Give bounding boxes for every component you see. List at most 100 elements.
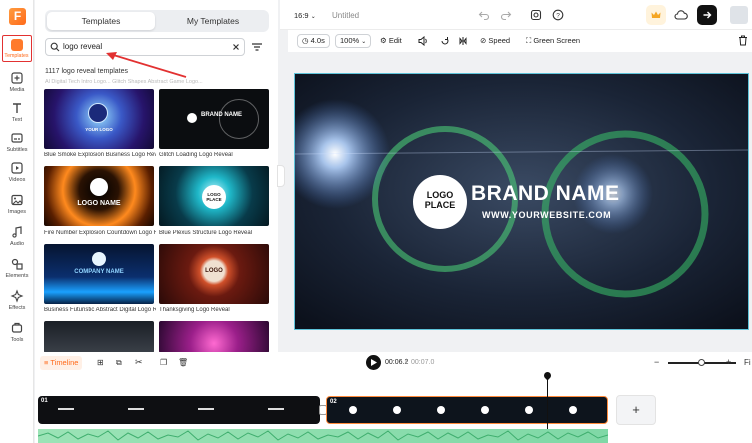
speed-button[interactable]: ⊘ Speed: [480, 36, 510, 45]
add-track-icon[interactable]: ⊞: [97, 358, 104, 367]
canvas-brand-name[interactable]: BRAND NAME: [471, 182, 620, 206]
green-screen-icon: ⛶: [526, 36, 532, 45]
template-thumb-blue-plexus[interactable]: LOGO PLACE: [159, 166, 269, 226]
elements-icon: [11, 258, 23, 270]
template-thumb-business-futuristic[interactable]: COMPANY NAME: [44, 244, 154, 304]
play-button[interactable]: [366, 355, 381, 370]
tab-templates[interactable]: Templates: [47, 12, 155, 30]
template-thumb-glitch-loading[interactable]: BRAND NAME: [159, 89, 269, 149]
clip-number: 01: [41, 398, 48, 404]
rail-item-elements[interactable]: Elements: [0, 254, 34, 284]
logo-line-2: PLACE: [424, 200, 456, 210]
audio-track[interactable]: [38, 429, 608, 443]
rotate-icon[interactable]: [440, 36, 450, 46]
thumb-text: LOGO NAME: [77, 200, 121, 207]
clip-frame-mark: [198, 408, 214, 410]
template-caption: Blue Smoke Explosion Business Logo Revea…: [44, 152, 156, 158]
search-value: logo reveal: [63, 42, 103, 51]
play-icon: [371, 359, 377, 366]
tab-my-templates[interactable]: My Templates: [159, 12, 267, 30]
template-thumb-partial[interactable]: [159, 321, 269, 353]
rail-item-images[interactable]: Images: [0, 190, 34, 220]
undo-icon[interactable]: [478, 9, 490, 21]
collapse-panel-handle[interactable]: [277, 165, 285, 187]
media-icon: [11, 72, 23, 84]
flip-icon[interactable]: [458, 36, 468, 46]
rail-item-effects[interactable]: Effects: [0, 286, 34, 316]
svg-text:?: ?: [556, 12, 560, 19]
timeline-tab[interactable]: ≡ Timeline: [40, 356, 83, 370]
split-icon[interactable]: ⧉: [116, 358, 122, 368]
timeline-clip-01[interactable]: 01: [38, 396, 320, 424]
add-clip-button[interactable]: +: [616, 395, 656, 425]
clip-frame-mark: [268, 408, 284, 410]
effects-icon: [10, 289, 24, 303]
rail-label: Tools: [10, 337, 24, 343]
clock-icon: ◷: [302, 36, 309, 45]
screenshot-icon[interactable]: [530, 9, 542, 21]
premium-crown-button[interactable]: [646, 5, 666, 25]
time-separator: /: [405, 359, 407, 366]
filter-icon[interactable]: [250, 40, 264, 54]
audio-waveform: [38, 430, 608, 441]
zoom-out-icon[interactable]: −: [654, 357, 659, 367]
audio-icon: [12, 226, 22, 238]
canvas-website[interactable]: WWW.YOURWEBSITE.COM: [482, 210, 611, 220]
rail-label: Elements: [5, 273, 29, 279]
app-logo-icon[interactable]: F: [9, 8, 26, 25]
rail-item-tools[interactable]: Tools: [0, 318, 34, 348]
template-caption: Blue Plexus Structure Logo Reveal: [159, 230, 253, 236]
sliders-icon: ⚙: [380, 36, 387, 45]
help-icon[interactable]: ?: [552, 9, 564, 21]
duration-value: 4.0s: [310, 36, 325, 45]
clip-frame-mark: [481, 406, 489, 414]
aspect-ratio-select[interactable]: 16:9 ⌄: [294, 11, 316, 20]
rail-item-media[interactable]: Media: [0, 68, 34, 98]
thumb-text: YOUR LOGO: [85, 127, 113, 132]
clip-frame-mark: [58, 408, 74, 410]
panel-tabs: Templates My Templates: [45, 10, 269, 32]
trash-icon[interactable]: [738, 35, 748, 46]
rail-label: Templates: [4, 53, 29, 59]
rail-item-templates[interactable]: Templates: [2, 35, 32, 62]
template-thumb-fire-explosion[interactable]: LOGO NAME: [44, 166, 154, 226]
zoom-slider-handle[interactable]: [698, 359, 705, 366]
tools-icon: [11, 322, 23, 333]
delete-clip-icon[interactable]: 🗑: [178, 358, 188, 367]
green-screen-button[interactable]: ⛶ Green Screen: [526, 36, 580, 46]
thumb-text: LOGO: [205, 268, 223, 274]
fit-button[interactable]: Fi: [744, 358, 751, 367]
scissors-icon[interactable]: ✂: [135, 357, 143, 368]
rail-label: Audio: [9, 241, 25, 247]
result-count: 1117 logo reveal templates: [45, 68, 129, 75]
redo-icon[interactable]: [500, 9, 512, 21]
volume-icon[interactable]: [418, 36, 429, 46]
edit-button[interactable]: ⚙ Edit: [380, 36, 402, 45]
timeline-clip-02[interactable]: 02: [326, 396, 608, 424]
video-canvas[interactable]: LOGO PLACE BRAND NAME WWW.YOURWEBSITE.CO…: [294, 73, 749, 330]
template-thumb-blue-smoke[interactable]: YOUR LOGO: [44, 89, 154, 149]
thumb-text: COMPANY NAME: [74, 269, 124, 275]
rail-item-subtitles[interactable]: Subtitles: [0, 128, 34, 158]
project-title[interactable]: Untitled: [332, 11, 359, 20]
avatar[interactable]: [730, 6, 748, 24]
duplicate-icon[interactable]: ❐: [160, 358, 167, 367]
zoom-in-icon[interactable]: +: [726, 357, 731, 367]
rail-label: Images: [7, 209, 27, 215]
clip-frame-mark: [349, 406, 357, 414]
zoom-select[interactable]: 100% ⌄: [335, 34, 372, 48]
clear-search-icon[interactable]: [232, 43, 240, 51]
clip-frame-mark: [569, 406, 577, 414]
templates-icon: [11, 39, 23, 51]
rail-item-text[interactable]: Text: [0, 98, 34, 128]
rail-item-audio[interactable]: Audio: [0, 222, 34, 252]
export-button[interactable]: [697, 5, 717, 25]
template-thumb-thanksgiving[interactable]: LOGO: [159, 244, 269, 304]
zoom-value: 100%: [340, 36, 360, 45]
template-thumb-partial[interactable]: [44, 321, 154, 353]
duration-button[interactable]: ◷ 4.0s: [297, 34, 330, 48]
canvas-logo-placeholder[interactable]: LOGO PLACE: [413, 190, 467, 210]
rail-item-videos[interactable]: Videos: [0, 158, 34, 188]
template-caption: Thanksgiving Logo Reveal: [159, 307, 230, 313]
cloud-icon[interactable]: [674, 9, 688, 21]
